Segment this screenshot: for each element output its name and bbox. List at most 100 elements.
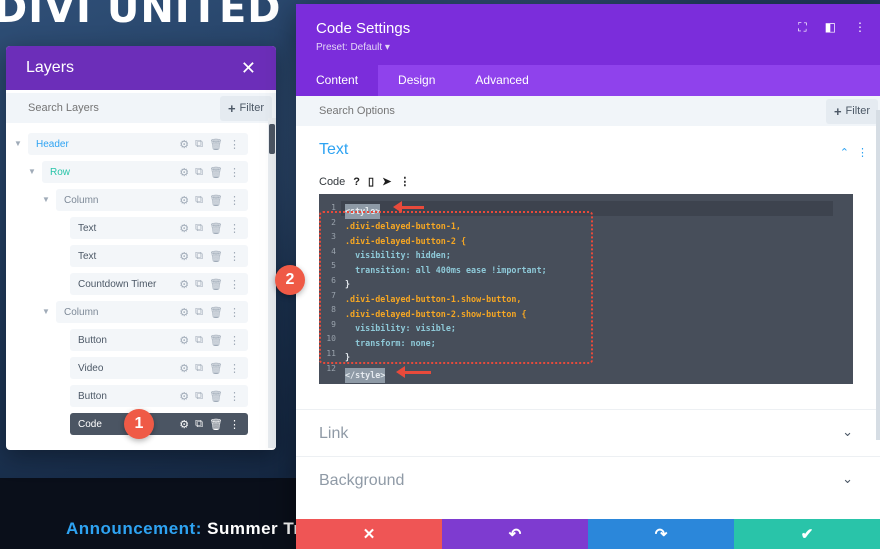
- layer-actions: ⚙ ⧉ 🗑 ⋮: [179, 390, 248, 403]
- more-icon[interactable]: ⋮: [229, 166, 240, 179]
- cursor-icon[interactable]: ➤: [382, 175, 391, 188]
- layers-panel: Layers ✕ + Filter ▼ Header ⚙ ⧉ 🗑 ⋮ ▼ Row ⚙ ⧉…: [6, 46, 276, 450]
- layer-label: Text: [78, 250, 97, 262]
- trash-icon[interactable]: 🗑: [209, 222, 223, 235]
- duplicate-icon[interactable]: ⧉: [195, 250, 203, 263]
- duplicate-icon[interactable]: ⧉: [195, 278, 203, 291]
- trash-icon[interactable]: 🗑: [209, 278, 223, 291]
- modal-header: Code Settings Preset: Default ▾ ⛶ ◧ ⋮: [296, 4, 880, 65]
- trash-icon[interactable]: 🗑: [209, 334, 223, 347]
- gear-icon[interactable]: ⚙: [179, 278, 189, 291]
- layers-search-input[interactable]: [28, 102, 220, 114]
- options-search-input[interactable]: [319, 105, 826, 117]
- layer-item-code-selected[interactable]: Code ⚙ ⧉ 🗑 ⋮: [70, 413, 248, 435]
- fullscreen-icon[interactable]: ⛶: [798, 20, 806, 35]
- preset-dropdown[interactable]: Preset: Default ▾: [316, 42, 390, 53]
- duplicate-icon[interactable]: ⧉: [195, 194, 203, 207]
- arrow-to-style-close: [396, 366, 431, 378]
- options-filter-button[interactable]: + Filter: [825, 98, 878, 124]
- more-icon[interactable]: ⋮: [229, 138, 240, 151]
- layer-item-column[interactable]: Column ⚙ ⧉ 🗑 ⋮: [56, 301, 248, 323]
- more-icon[interactable]: ⋮: [399, 175, 410, 188]
- page-hero-title: DIVI UNITED: [0, 0, 282, 32]
- layer-item-module[interactable]: Button ⚙ ⧉ 🗑 ⋮: [70, 385, 248, 407]
- gear-icon[interactable]: ⚙: [179, 250, 189, 263]
- save-button[interactable]: ✔: [734, 519, 880, 549]
- trash-icon[interactable]: 🗑: [209, 166, 223, 179]
- duplicate-icon[interactable]: ⧉: [195, 138, 203, 151]
- layer-item-header[interactable]: Header ⚙ ⧉ 🗑 ⋮: [28, 133, 248, 155]
- more-icon[interactable]: ⋮: [229, 250, 240, 263]
- undo-icon: ↶: [508, 526, 522, 543]
- layer-item-module[interactable]: Video ⚙ ⧉ 🗑 ⋮: [70, 357, 248, 379]
- trash-icon[interactable]: 🗑: [209, 194, 223, 207]
- tab-content[interactable]: Content: [296, 65, 379, 96]
- gear-icon[interactable]: ⚙: [179, 362, 189, 375]
- section-link[interactable]: Link ⌄: [296, 409, 880, 457]
- layer-actions: ⚙ ⧉ 🗑 ⋮: [179, 418, 248, 431]
- chevron-down-icon[interactable]: ▼: [42, 307, 50, 316]
- layer-actions: ⚙ ⧉ 🗑 ⋮: [179, 250, 248, 263]
- close-icon[interactable]: ✕: [241, 58, 256, 79]
- duplicate-icon[interactable]: ⧉: [195, 418, 203, 431]
- section-background[interactable]: Background ⌄: [296, 456, 880, 504]
- mobile-icon[interactable]: ▯: [368, 175, 374, 188]
- gear-icon[interactable]: ⚙: [179, 334, 189, 347]
- layer-item-column[interactable]: Column ⚙ ⧉ 🗑 ⋮: [56, 189, 248, 211]
- chevron-down-icon[interactable]: ▼: [14, 139, 22, 148]
- duplicate-icon[interactable]: ⧉: [195, 390, 203, 403]
- more-icon[interactable]: ⋮: [229, 194, 240, 207]
- layer-item-module[interactable]: Countdown Timer ⚙ ⧉ 🗑 ⋮: [70, 273, 248, 295]
- code-field-label: Code: [319, 175, 346, 188]
- step-badge-2: 2: [275, 265, 305, 295]
- duplicate-icon[interactable]: ⧉: [195, 334, 203, 347]
- gear-icon[interactable]: ⚙: [179, 418, 189, 431]
- trash-icon[interactable]: 🗑: [209, 306, 223, 319]
- trash-icon[interactable]: 🗑: [209, 250, 223, 263]
- chevron-down-icon[interactable]: ▼: [28, 167, 36, 176]
- chevron-up-icon[interactable]: ⌃: [840, 146, 849, 159]
- section-title-background: Background: [319, 472, 405, 489]
- more-icon[interactable]: ⋮: [229, 222, 240, 235]
- layers-filter-button[interactable]: + Filter: [219, 95, 272, 121]
- trash-icon[interactable]: 🗑: [209, 418, 223, 431]
- more-icon[interactable]: ⋮: [229, 278, 240, 291]
- trash-icon[interactable]: 🗑: [209, 138, 223, 151]
- gear-icon[interactable]: ⚙: [179, 306, 189, 319]
- gear-icon[interactable]: ⚙: [179, 138, 189, 151]
- more-icon[interactable]: ⋮: [854, 20, 866, 35]
- layer-label: Row: [50, 166, 71, 178]
- split-view-icon[interactable]: ◧: [825, 20, 836, 35]
- layer-item-module[interactable]: Button ⚙ ⧉ 🗑 ⋮: [70, 329, 248, 351]
- more-icon[interactable]: ⋮: [229, 390, 240, 403]
- section-title-text[interactable]: Text: [319, 141, 348, 159]
- layer-actions: ⚙ ⧉ 🗑 ⋮: [179, 362, 248, 375]
- gear-icon[interactable]: ⚙: [179, 390, 189, 403]
- layer-item-row[interactable]: Row ⚙ ⧉ 🗑 ⋮: [42, 161, 248, 183]
- gear-icon[interactable]: ⚙: [179, 166, 189, 179]
- cancel-button[interactable]: ✕: [296, 519, 442, 549]
- gear-icon[interactable]: ⚙: [179, 194, 189, 207]
- tab-advanced[interactable]: Advanced: [455, 65, 548, 96]
- help-icon[interactable]: ?: [353, 176, 360, 188]
- duplicate-icon[interactable]: ⧉: [195, 362, 203, 375]
- tab-design[interactable]: Design: [378, 65, 455, 96]
- layer-item-module[interactable]: Text ⚙ ⧉ 🗑 ⋮: [70, 245, 248, 267]
- undo-button[interactable]: ↶: [442, 519, 588, 549]
- modal-scrollbar[interactable]: [876, 110, 880, 440]
- redo-button[interactable]: ↷: [588, 519, 734, 549]
- more-icon[interactable]: ⋮: [857, 146, 868, 159]
- more-icon[interactable]: ⋮: [229, 306, 240, 319]
- trash-icon[interactable]: 🗑: [209, 390, 223, 403]
- more-icon[interactable]: ⋮: [229, 362, 240, 375]
- more-icon[interactable]: ⋮: [229, 334, 240, 347]
- layer-label: Column: [64, 194, 99, 206]
- chevron-down-icon[interactable]: ▼: [42, 195, 50, 204]
- layer-item-module[interactable]: Text ⚙ ⧉ 🗑 ⋮: [70, 217, 248, 239]
- more-icon[interactable]: ⋮: [229, 418, 240, 431]
- duplicate-icon[interactable]: ⧉: [195, 306, 203, 319]
- duplicate-icon[interactable]: ⧉: [195, 222, 203, 235]
- trash-icon[interactable]: 🗑: [209, 362, 223, 375]
- gear-icon[interactable]: ⚙: [179, 222, 189, 235]
- duplicate-icon[interactable]: ⧉: [195, 166, 203, 179]
